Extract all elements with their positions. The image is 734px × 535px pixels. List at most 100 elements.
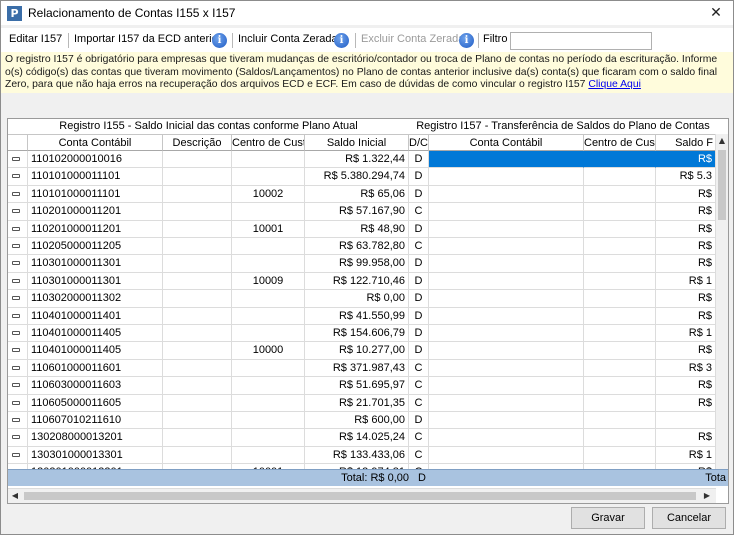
table-cell-empty-5[interactable] (429, 151, 584, 169)
vertical-scroll-thumb[interactable] (718, 150, 726, 220)
cancel-button[interactable]: Cancelar (652, 507, 726, 529)
table-cell-saldo[interactable]: R$ 0,00 (305, 290, 409, 308)
table-cell-empty-6[interactable] (584, 412, 656, 430)
row-indicator-icon[interactable] (8, 394, 28, 412)
table-cell-conta[interactable]: 130208000013201 (28, 429, 163, 447)
table-row[interactable]: 110401000011405 10000 R$ 10.277,00 D R$ (8, 342, 728, 360)
table-row[interactable]: 110605000011605 R$ 21.701,35 C R$ (8, 394, 728, 412)
table-cell-conta[interactable]: 110101000011101 (28, 185, 163, 204)
table-cell-dc[interactable]: D (409, 342, 429, 360)
table-cell-centro[interactable]: 10001 (232, 220, 305, 238)
table-cell-dc[interactable]: D (409, 151, 429, 169)
table-cell-dc[interactable]: C (409, 429, 429, 447)
table-cell-right[interactable]: R$ (656, 151, 716, 169)
include-zero-account-button[interactable]: Incluir Conta Zerada (238, 33, 338, 45)
table-cell-empty-5[interactable] (429, 185, 584, 204)
table-cell-empty-6[interactable] (584, 151, 656, 169)
table-cell-empty-6[interactable] (584, 342, 656, 360)
table-cell-empty-5[interactable] (429, 238, 584, 256)
table-cell-centro[interactable] (232, 429, 305, 447)
table-cell-empty-1[interactable] (163, 220, 232, 238)
table-cell-saldo[interactable]: R$ 14.025,24 (305, 429, 409, 447)
table-cell-conta[interactable]: 110301000011301 (28, 255, 163, 273)
table-cell-right[interactable]: R$ (656, 290, 716, 308)
exclude-zero-account-button[interactable]: Excluir Conta Zerada (361, 33, 464, 45)
table-cell-centro[interactable] (232, 238, 305, 256)
table-cell-empty-1[interactable] (163, 412, 232, 430)
info-icon[interactable]: i (334, 33, 349, 48)
save-button[interactable]: Gravar (571, 507, 645, 529)
table-cell-centro[interactable] (232, 203, 305, 221)
row-indicator-icon[interactable] (8, 342, 28, 360)
table-cell-saldo[interactable]: R$ 133.433,06 (305, 446, 409, 465)
table-cell-dc[interactable]: C (409, 359, 429, 378)
table-cell-centro[interactable]: 10000 (232, 342, 305, 360)
table-cell-right[interactable]: R$ (656, 307, 716, 325)
table-cell-empty-5[interactable] (429, 290, 584, 308)
table-row[interactable]: 110101000011101 R$ 5.380.294,74 D R$ 5.3 (8, 168, 728, 186)
table-cell-conta[interactable]: 110603000011603 (28, 377, 163, 395)
horizontal-scrollbar[interactable]: ◀ ▶ (8, 488, 716, 503)
table-cell-centro[interactable] (232, 412, 305, 430)
table-cell-empty-5[interactable] (429, 342, 584, 360)
table-cell-empty-6[interactable] (584, 446, 656, 465)
table-cell-saldo[interactable]: R$ 41.550,99 (305, 307, 409, 325)
column-header-descricao[interactable]: Descrição (163, 134, 232, 151)
column-header-centro-custo-anterior[interactable]: Centro de Custo (584, 134, 656, 151)
table-cell-empty-6[interactable] (584, 220, 656, 238)
table-cell-conta[interactable]: 110607010211610 (28, 412, 163, 430)
row-indicator-icon[interactable] (8, 151, 28, 169)
help-link[interactable]: Clique Aqui (588, 79, 641, 90)
table-cell-centro[interactable] (232, 325, 305, 343)
table-cell-right[interactable]: R$ (656, 377, 716, 395)
table-cell-dc[interactable]: C (409, 377, 429, 395)
table-cell-right[interactable]: R$ (656, 394, 716, 412)
table-cell-empty-6[interactable] (584, 255, 656, 273)
column-header-dc[interactable]: D/C (409, 134, 429, 151)
table-row[interactable]: 110603000011603 R$ 51.695,97 C R$ (8, 377, 728, 395)
table-cell-empty-5[interactable] (429, 203, 584, 221)
table-cell-centro[interactable] (232, 255, 305, 273)
table-cell-conta[interactable]: 110101000011101 (28, 168, 163, 186)
table-cell-empty-1[interactable] (163, 342, 232, 360)
table-cell-empty-1[interactable] (163, 151, 232, 169)
table-cell-conta[interactable]: 110601000011601 (28, 359, 163, 378)
table-cell-dc[interactable]: D (409, 290, 429, 308)
table-cell-saldo[interactable]: R$ 57.167,90 (305, 203, 409, 221)
column-header-conta-anterior[interactable]: Conta Contábil (429, 134, 584, 151)
table-row[interactable]: 110102000010016 R$ 1.322,44 D R$ (8, 151, 728, 169)
table-cell-centro[interactable] (232, 151, 305, 169)
table-cell-empty-6[interactable] (584, 307, 656, 325)
table-cell-empty-6[interactable] (584, 203, 656, 221)
table-cell-saldo[interactable]: R$ 99.958,00 (305, 255, 409, 273)
table-cell-right[interactable]: R$ (656, 238, 716, 256)
scroll-right-icon[interactable]: ▶ (700, 489, 714, 503)
table-cell-centro[interactable] (232, 168, 305, 186)
table-cell-dc[interactable]: D (409, 255, 429, 273)
table-cell-centro[interactable] (232, 394, 305, 412)
close-button[interactable]: ✕ (699, 1, 733, 25)
table-cell-right[interactable]: R$ 1 (656, 272, 716, 291)
row-indicator-icon[interactable] (8, 359, 28, 378)
table-cell-right[interactable] (656, 412, 716, 430)
table-cell-empty-5[interactable] (429, 446, 584, 465)
table-cell-empty-5[interactable] (429, 412, 584, 430)
table-row[interactable]: 110607010211610 R$ 600,00 D (8, 412, 728, 430)
table-cell-centro[interactable] (232, 307, 305, 325)
table-cell-dc[interactable]: D (409, 185, 429, 204)
table-cell-empty-5[interactable] (429, 394, 584, 412)
table-cell-empty-1[interactable] (163, 238, 232, 256)
table-cell-empty-6[interactable] (584, 185, 656, 204)
table-cell-empty-1[interactable] (163, 394, 232, 412)
table-cell-centro[interactable] (232, 446, 305, 465)
table-cell-right[interactable]: R$ 3 (656, 359, 716, 378)
table-cell-empty-1[interactable] (163, 359, 232, 378)
table-row[interactable]: 110201000011201 R$ 57.167,90 C R$ (8, 203, 728, 221)
table-row[interactable]: 110301000011301 10009 R$ 122.710,46 D R$ 1 (8, 272, 728, 291)
table-row[interactable]: 130301000013301 R$ 133.433,06 C R$ 1 (8, 446, 728, 465)
table-cell-right[interactable]: R$ 5.3 (656, 168, 716, 186)
table-cell-empty-1[interactable] (163, 255, 232, 273)
table-cell-right[interactable]: R$ 1 (656, 325, 716, 343)
table-row[interactable]: 110601000011601 R$ 371.987,43 C R$ 3 (8, 359, 728, 378)
column-header-saldo-inicial[interactable]: Saldo Inicial (305, 134, 409, 151)
